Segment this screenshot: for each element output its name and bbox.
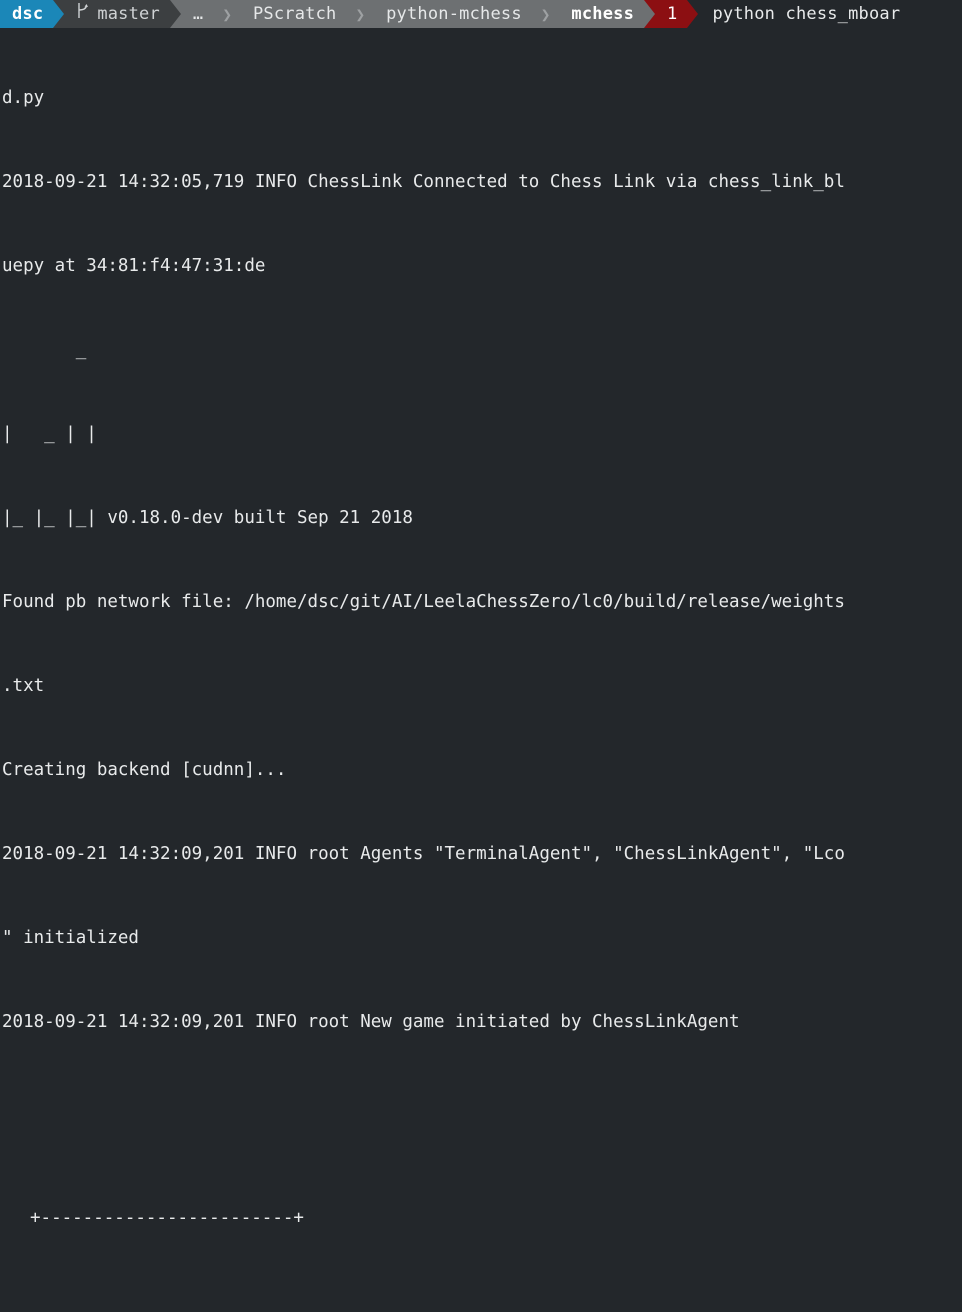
prompt-path-part-1: python-mchess — [374, 0, 532, 28]
terminal-output[interactable]: d.py 2018-09-21 14:32:05,719 INFO ChessL… — [0, 28, 962, 1312]
powerline-prompt-bar: dsc master … ❯ PScratch ❯ python-mchess … — [0, 0, 962, 28]
prompt-path-arrow — [644, 0, 656, 28]
terminal-line: " initialized — [2, 928, 139, 948]
prompt-path-part-0: PScratch — [241, 0, 347, 28]
prompt-branch-arrow — [169, 0, 181, 28]
git-branch-icon — [76, 0, 89, 28]
chess-board[interactable]: +------------------------+ 8|♖♘♗♕♔♗♘♖|7|… — [0, 1148, 962, 1312]
board-top-border: +------------------------+ — [0, 1204, 962, 1232]
chevron-right-icon: ❯ — [355, 4, 366, 24]
terminal-line: .txt — [2, 676, 45, 696]
lc0-logo-line: _ — [2, 340, 87, 360]
prompt-host-label: dsc — [12, 4, 44, 24]
prompt-path-separator-3: ❯ — [531, 0, 560, 28]
board-top-border-text: +------------------------+ — [30, 1208, 304, 1228]
prompt-command-text[interactable]: python chess_mboar — [698, 0, 911, 28]
chevron-right-icon: ❯ — [222, 4, 232, 24]
prompt-exit-code-label: 1 — [667, 4, 678, 24]
prompt-exit-code-badge: 1 — [655, 0, 688, 28]
terminal-line: Found pb network file: /home/dsc/git/AI/… — [2, 592, 845, 612]
lc0-logo-line: |_ |_ |_| v0.18.0-dev built Sep 21 2018 — [2, 508, 413, 528]
prompt-host-segment: dsc — [0, 0, 54, 28]
terminal-line: uepy at 34:81:f4:47:31:de — [2, 256, 266, 276]
prompt-path-current-label: mchess — [571, 4, 635, 24]
terminal-line: Creating backend [cudnn]... — [2, 760, 287, 780]
terminal-line: 2018-09-21 14:32:05,719 INFO ChessLink C… — [2, 172, 845, 192]
prompt-path-ellipsis: … — [180, 0, 214, 28]
prompt-host-arrow — [53, 0, 65, 28]
terminal-line: 2018-09-21 14:32:09,201 INFO root New ga… — [2, 1012, 740, 1032]
prompt-path-separator-2: ❯ — [346, 0, 375, 28]
prompt-path-ellipsis-label: … — [192, 4, 204, 24]
prompt-path-part-0-label: PScratch — [253, 4, 337, 24]
prompt-path-part-1-label: python-mchess — [386, 4, 522, 24]
prompt-branch-segment: master — [64, 0, 170, 28]
prompt-path-current: mchess — [559, 0, 645, 28]
lc0-logo-line: | _ | | — [2, 424, 97, 444]
prompt-exit-code-arrow — [687, 0, 699, 28]
terminal-line: 2018-09-21 14:32:09,201 INFO root Agents… — [2, 844, 845, 864]
chevron-right-icon: ❯ — [540, 4, 551, 24]
prompt-path-separator-1: ❯ — [213, 0, 241, 28]
terminal-line: d.py — [2, 88, 45, 108]
prompt-branch-label: master — [97, 4, 160, 24]
prompt-command-label: python chess_mboar — [712, 4, 901, 24]
